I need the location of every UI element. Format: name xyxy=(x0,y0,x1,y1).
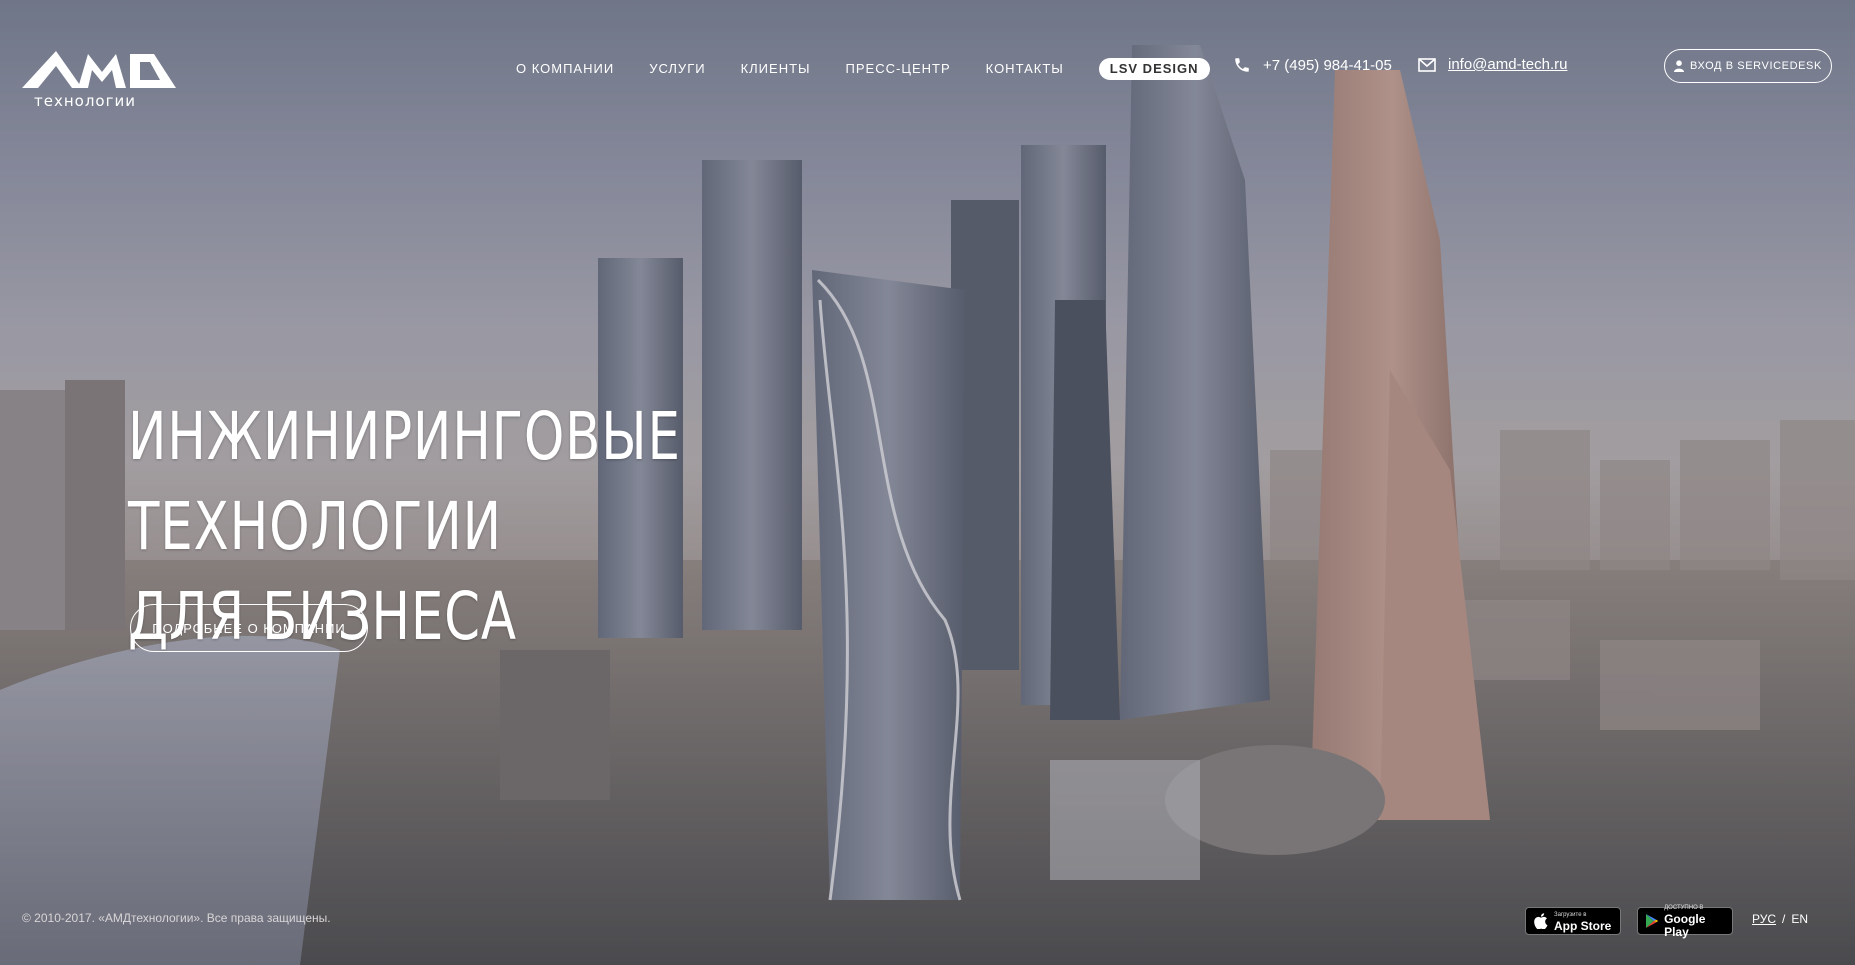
email-contact[interactable]: info@amd-tech.ru xyxy=(1418,56,1567,73)
lang-ru[interactable]: РУС xyxy=(1752,912,1776,926)
amd-logo[interactable]: технологии xyxy=(22,48,178,110)
nav-item-lsv-design[interactable]: LSV DESIGN xyxy=(1098,58,1210,80)
amd-logo-mark: технологии xyxy=(22,51,176,110)
apple-icon xyxy=(1534,913,1548,929)
about-company-button[interactable]: Подробнее о компании xyxy=(130,604,368,652)
about-company-label: Подробнее о компании xyxy=(152,620,346,636)
main-nav: О компании Услуги Клиенты Пресс-центр Ко… xyxy=(516,58,1210,80)
google-play-big: Google Play xyxy=(1664,912,1706,939)
nav-item-services[interactable]: Услуги xyxy=(649,60,705,78)
google-play-badge[interactable]: ДОСТУПНО В Google Play xyxy=(1637,905,1733,939)
app-store-big: App Store xyxy=(1554,918,1612,933)
copyright-text: © 2010-2017. «АМДтехнологии». Все права … xyxy=(22,911,331,925)
servicedesk-label: Вход в SERVICEDESK xyxy=(1690,60,1822,72)
app-store-small: Загрузите в xyxy=(1554,911,1587,918)
google-play-icon xyxy=(1646,914,1659,928)
phone-contact[interactable]: +7 (495) 984-41-05 xyxy=(1233,56,1392,74)
mail-icon xyxy=(1418,57,1436,72)
nav-item-clients[interactable]: Клиенты xyxy=(741,60,811,78)
servicedesk-login-button[interactable]: Вход в SERVICEDESK xyxy=(1664,49,1832,83)
phone-number: +7 (495) 984-41-05 xyxy=(1263,56,1392,74)
hero-title-line1: Инжиниринговые технологии xyxy=(128,398,681,565)
email-link[interactable]: info@amd-tech.ru xyxy=(1448,56,1567,73)
lang-separator: / xyxy=(1782,912,1786,926)
site-header: технологии О компании Услуги Клиенты Пре… xyxy=(0,0,1855,140)
svg-text:технологии: технологии xyxy=(34,92,136,110)
nav-item-contacts[interactable]: Контакты xyxy=(986,60,1064,78)
phone-icon xyxy=(1235,58,1249,72)
app-store-badge[interactable]: Загрузите в App Store xyxy=(1525,907,1621,935)
language-switcher: РУС / EN xyxy=(1752,912,1808,926)
nav-item-press[interactable]: Пресс-центр xyxy=(846,60,951,78)
lang-en[interactable]: EN xyxy=(1791,912,1808,926)
nav-item-about[interactable]: О компании xyxy=(516,60,614,78)
user-icon xyxy=(1674,60,1685,72)
